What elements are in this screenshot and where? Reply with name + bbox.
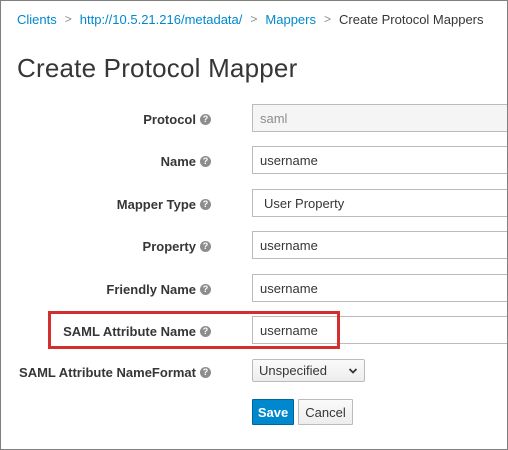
chevron-down-icon xyxy=(348,367,358,374)
friendly-name-input[interactable] xyxy=(252,274,507,302)
breadcrumb-mappers[interactable]: Mappers xyxy=(265,12,316,27)
mapper-type-select[interactable]: User Property xyxy=(252,189,507,217)
friendly-name-row: Friendly Name ? xyxy=(1,274,507,304)
protocol-input xyxy=(252,104,507,132)
friendly-name-label-text: Friendly Name xyxy=(106,281,196,297)
saml-attribute-name-input[interactable] xyxy=(252,316,507,344)
breadcrumb-separator-icon: > xyxy=(250,12,258,26)
property-label: Property ? xyxy=(143,231,211,261)
help-icon[interactable]: ? xyxy=(200,240,211,252)
property-label-text: Property xyxy=(142,238,196,254)
protocol-row: Protocol ? xyxy=(1,104,507,134)
saml-attribute-name-label-text: SAML Attribute Name xyxy=(63,323,196,339)
name-row: Name ? xyxy=(1,146,507,176)
help-icon[interactable]: ? xyxy=(200,198,211,210)
help-icon[interactable]: ? xyxy=(200,325,211,337)
saml-attribute-nameformat-row: SAML Attribute NameFormat ? Unspecified xyxy=(1,357,507,387)
help-icon[interactable]: ? xyxy=(200,366,211,378)
mapper-type-label-text: Mapper Type xyxy=(116,196,196,212)
saml-attribute-nameformat-label: SAML Attribute NameFormat ? xyxy=(19,357,211,387)
breadcrumb: Clients > http://10.5.21.216/metadata/ >… xyxy=(17,9,484,29)
breadcrumb-separator-icon: > xyxy=(64,12,72,26)
mapper-type-value: User Property xyxy=(264,195,345,211)
name-input[interactable] xyxy=(252,146,507,174)
help-icon[interactable]: ? xyxy=(200,283,211,295)
saml-attribute-nameformat-label-text: SAML Attribute NameFormat xyxy=(19,364,196,380)
property-row: Property ? xyxy=(1,231,507,261)
page-frame: Clients > http://10.5.21.216/metadata/ >… xyxy=(0,0,508,450)
protocol-label-text: Protocol xyxy=(143,111,196,127)
help-icon[interactable]: ? xyxy=(200,155,211,167)
breadcrumb-current: Create Protocol Mappers xyxy=(339,11,484,27)
saml-attribute-name-label: SAML Attribute Name ? xyxy=(63,316,211,346)
breadcrumb-clients[interactable]: Clients xyxy=(17,12,57,27)
cancel-button[interactable]: Cancel xyxy=(298,399,353,425)
save-button[interactable]: Save xyxy=(252,399,294,425)
page-title: Create Protocol Mapper xyxy=(17,53,298,83)
mapper-type-row: Mapper Type ? User Property xyxy=(1,189,507,219)
name-label-text: Name xyxy=(160,153,196,169)
property-input[interactable] xyxy=(252,231,507,259)
saml-attribute-name-row: SAML Attribute Name ? xyxy=(1,316,507,346)
friendly-name-label: Friendly Name ? xyxy=(106,274,211,304)
help-icon[interactable]: ? xyxy=(200,113,211,125)
saml-attribute-nameformat-select[interactable]: Unspecified xyxy=(252,359,365,382)
protocol-label: Protocol ? xyxy=(143,104,211,134)
mapper-type-label: Mapper Type ? xyxy=(117,189,211,219)
saml-attribute-nameformat-value: Unspecified xyxy=(259,363,327,378)
name-label: Name ? xyxy=(161,146,211,176)
breadcrumb-separator-icon: > xyxy=(323,12,331,26)
breadcrumb-client[interactable]: http://10.5.21.216/metadata/ xyxy=(80,12,243,27)
